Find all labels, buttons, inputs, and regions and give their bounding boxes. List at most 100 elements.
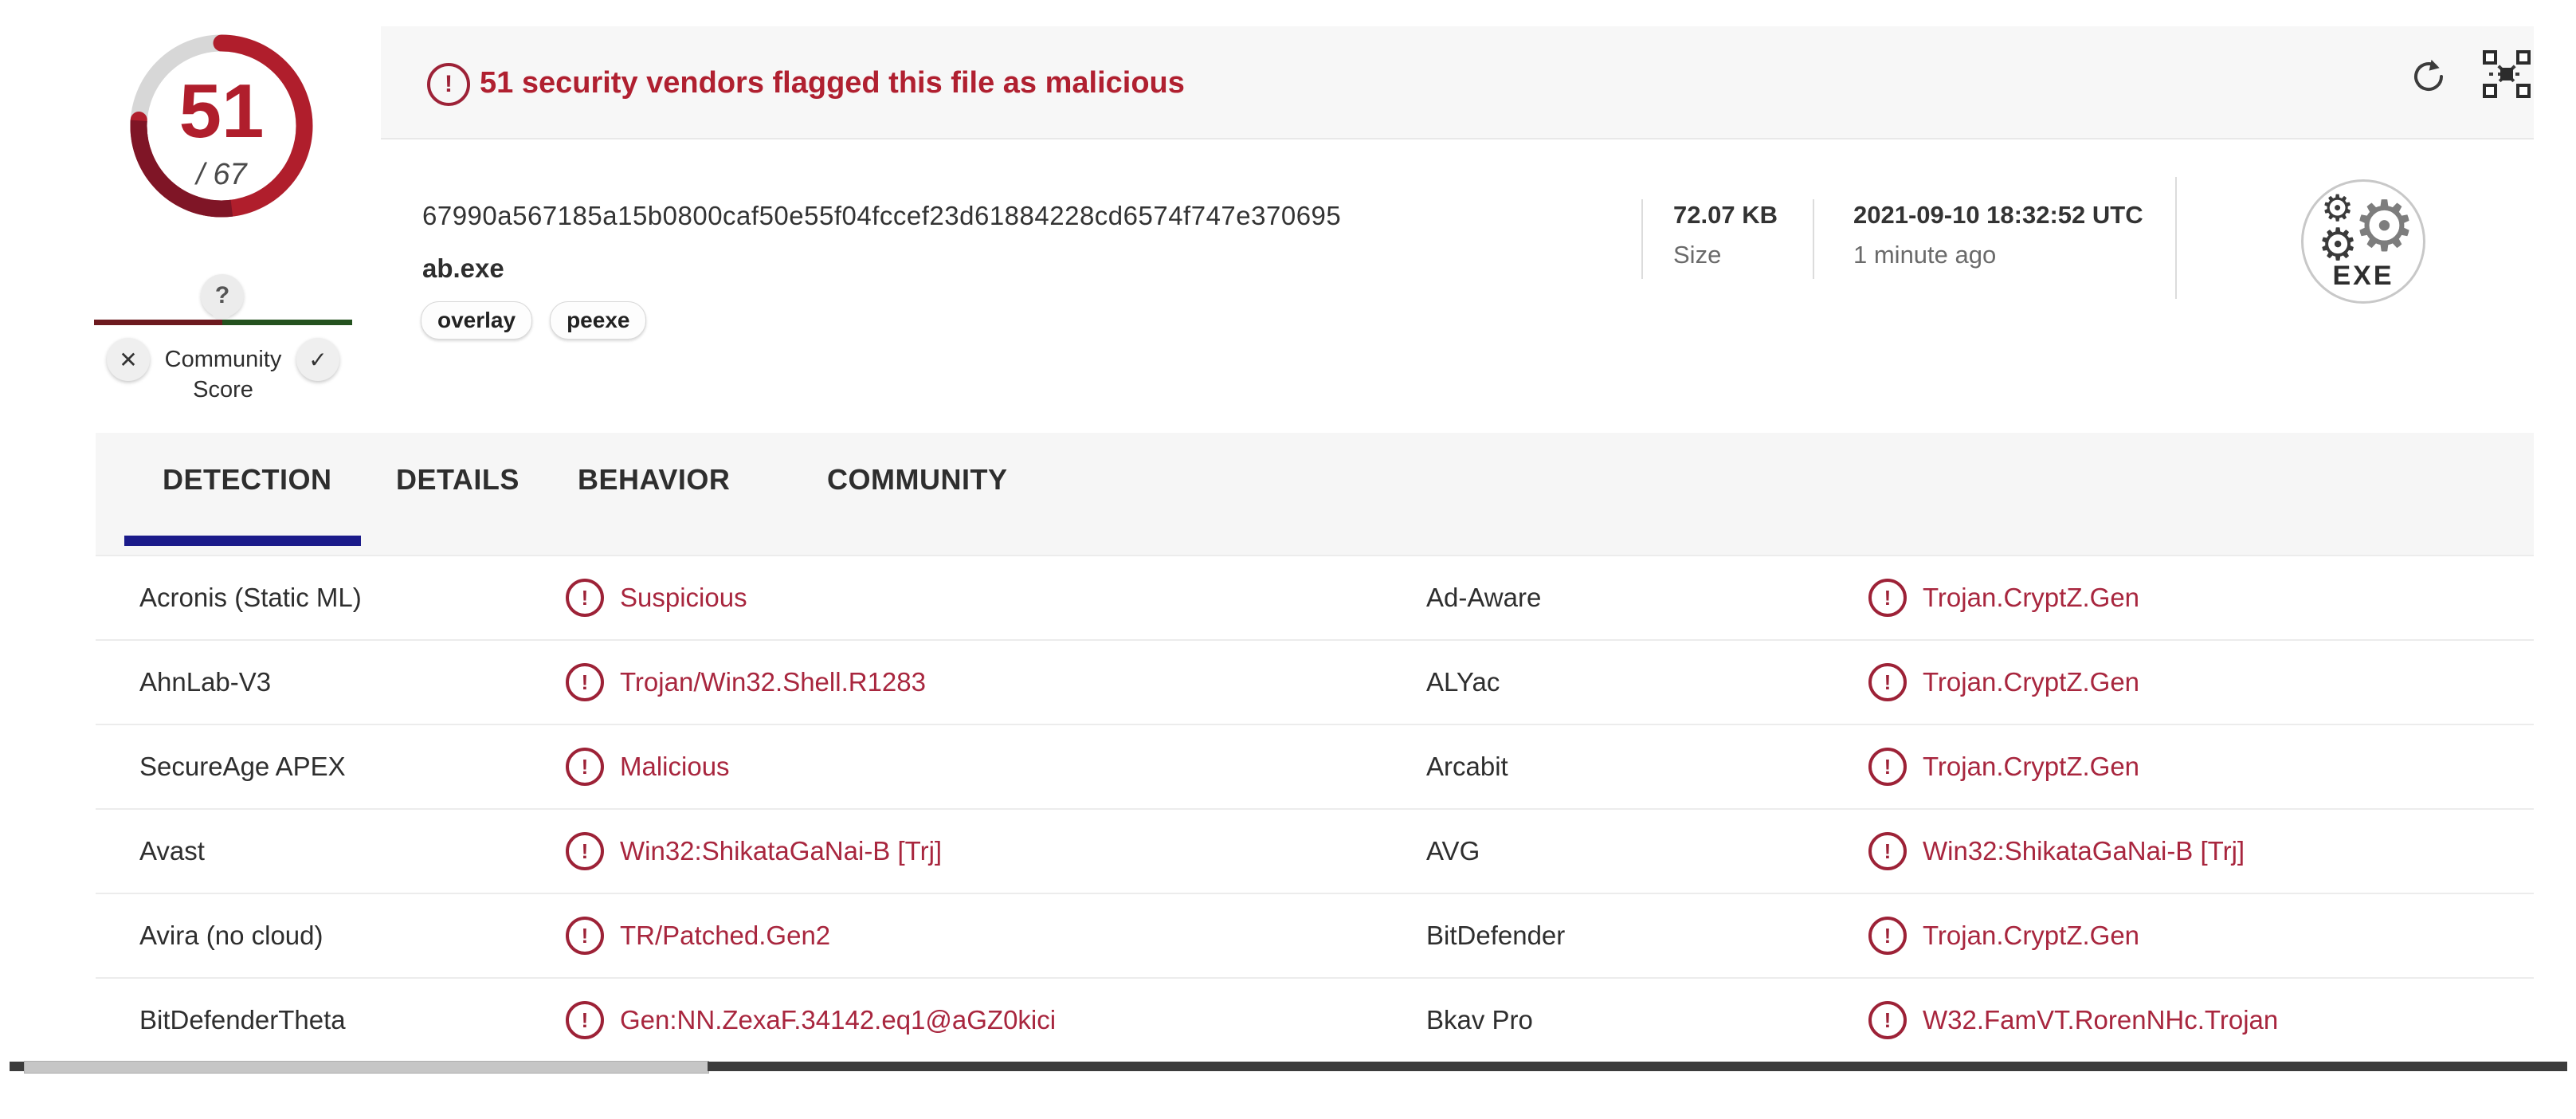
horizontal-scrollbar[interactable] bbox=[0, 1060, 2576, 1074]
alert-circle-icon bbox=[1868, 917, 1907, 955]
community-score-help-button[interactable]: ? bbox=[201, 274, 244, 317]
detection-result-text: Suspicious bbox=[620, 583, 747, 612]
detection-result: Trojan.CryptZ.Gen bbox=[1868, 725, 2139, 808]
vendor-name: AhnLab-V3 bbox=[139, 667, 272, 697]
alert-circle-icon bbox=[566, 748, 604, 786]
similarity-graph-icon bbox=[2483, 50, 2531, 98]
vendor-name: Ad-Aware bbox=[1426, 583, 1542, 612]
file-size-value: 72.07 KB bbox=[1673, 201, 1778, 229]
scrollbar-track[interactable] bbox=[708, 1062, 2567, 1071]
alert-circle-icon bbox=[1868, 832, 1907, 870]
vendor-name: Arcabit bbox=[1426, 752, 1508, 781]
table-row: Acronis (Static ML) Suspicious Ad-Aware Tro… bbox=[96, 556, 2534, 641]
file-sha256-hash[interactable]: 67990a567185a15b0800caf50e55f04fccef23d6… bbox=[422, 201, 1341, 231]
analysis-date-relative: 1 minute ago bbox=[1853, 241, 1997, 269]
detection-result: Gen:NN.ZexaF.34142.eq1@aGZ0kici bbox=[566, 979, 1056, 1062]
table-row: Avira (no cloud) TR/Patched.Gen2 BitDefend… bbox=[96, 894, 2534, 979]
detection-result-text: Trojan.CryptZ.Gen bbox=[1923, 921, 2140, 950]
file-name: ab.exe bbox=[422, 253, 504, 283]
check-icon: ✓ bbox=[308, 346, 327, 373]
vendor-name: Acronis (Static ML) bbox=[139, 583, 362, 612]
detection-result-text: Trojan/Win32.Shell.R1283 bbox=[620, 667, 926, 697]
divider bbox=[1813, 199, 1814, 279]
similar-files-button[interactable] bbox=[2481, 49, 2532, 100]
file-type-label: EXE bbox=[2332, 261, 2394, 291]
detection-result: W32.FamVT.RorenNHc.Trojan bbox=[1868, 979, 2278, 1062]
community-positive-segment bbox=[222, 320, 352, 325]
tab-community[interactable]: COMMUNITY bbox=[827, 463, 1007, 497]
detection-result-text: Win32:ShikataGaNai-B [Trj] bbox=[1923, 836, 2245, 866]
scroll-left-arrow[interactable] bbox=[10, 1062, 24, 1071]
file-tag-peexe[interactable]: peexe bbox=[550, 301, 647, 340]
vendor-name: AVG bbox=[1426, 836, 1480, 866]
vote-malicious-button[interactable]: ✕ bbox=[107, 338, 150, 381]
detection-result: Trojan.CryptZ.Gen bbox=[1868, 556, 2139, 639]
detection-result-text: Gen:NN.ZexaF.34142.eq1@aGZ0kici bbox=[620, 1005, 1057, 1035]
vendor-name: ALYac bbox=[1426, 667, 1500, 697]
detection-result: Win32:ShikataGaNai-B [Trj] bbox=[566, 810, 942, 893]
alert-circle-icon bbox=[566, 917, 604, 955]
community-score-bar bbox=[94, 320, 352, 325]
file-type-badge: ⚙ ⚙ ⚙ EXE bbox=[2301, 179, 2425, 304]
detection-score-max: / 67 bbox=[196, 158, 247, 191]
detection-result-text: Trojan.CryptZ.Gen bbox=[1923, 583, 2140, 612]
community-score-label: Community Score bbox=[164, 347, 282, 402]
table-row: AhnLab-V3 Trojan/Win32.Shell.R1283 ALYac Tr… bbox=[96, 641, 2534, 725]
table-row: BitDefenderTheta Gen:NN.ZexaF.34142.eq1@a… bbox=[96, 979, 2534, 1063]
vendor-name: SecureAge APEX bbox=[139, 752, 346, 781]
detection-score-value: 51 bbox=[178, 69, 265, 154]
detection-result: Trojan/Win32.Shell.R1283 bbox=[566, 641, 926, 724]
alert-circle-icon bbox=[1868, 1001, 1907, 1039]
tab-behavior[interactable]: BEHAVIOR bbox=[578, 463, 730, 497]
tab-detection[interactable]: DETECTION bbox=[163, 463, 332, 497]
vendor-name: BitDefenderTheta bbox=[139, 1005, 346, 1035]
report-tab-bar: DETECTION DETAILS BEHAVIOR COMMUNITY bbox=[96, 433, 2534, 555]
scrollbar-thumb[interactable] bbox=[24, 1061, 709, 1074]
detection-result-text: Trojan.CryptZ.Gen bbox=[1923, 752, 2140, 781]
divider bbox=[1641, 199, 1643, 279]
detection-result-text: Trojan.CryptZ.Gen bbox=[1923, 667, 2140, 697]
file-size-label: Size bbox=[1673, 241, 1722, 269]
x-icon: ✕ bbox=[119, 346, 138, 373]
detection-score-gauge: 51 / 67 bbox=[120, 24, 323, 228]
reanalyze-button[interactable] bbox=[2406, 54, 2451, 99]
refresh-icon bbox=[2414, 59, 2444, 92]
banner-message: 51 security vendors flagged this file as… bbox=[480, 66, 1185, 100]
detections-table: Acronis (Static ML) Suspicious Ad-Aware Tro… bbox=[96, 555, 2534, 1063]
divider bbox=[2175, 177, 2177, 299]
vendor-name: Avira (no cloud) bbox=[139, 921, 323, 950]
vendor-name: Avast bbox=[139, 836, 205, 866]
alert-circle-icon bbox=[566, 832, 604, 870]
analysis-date: 2021-09-10 18:32:52 UTC bbox=[1853, 201, 2143, 229]
active-tab-underline bbox=[124, 536, 361, 546]
gear-icon: ⚙ bbox=[2353, 185, 2416, 267]
detection-result: Trojan.CryptZ.Gen bbox=[1868, 894, 2139, 977]
detection-result-text: W32.FamVT.RorenNHc.Trojan bbox=[1923, 1005, 2279, 1035]
vendor-name: Bkav Pro bbox=[1426, 1005, 1533, 1035]
detection-result: Trojan.CryptZ.Gen bbox=[1868, 641, 2139, 724]
alert-circle-icon bbox=[427, 63, 470, 106]
detection-result: Win32:ShikataGaNai-B [Trj] bbox=[1868, 810, 2245, 893]
detection-result-text: Win32:ShikataGaNai-B [Trj] bbox=[620, 836, 943, 866]
vote-harmless-button[interactable]: ✓ bbox=[296, 338, 339, 381]
malicious-warning-banner: 51 security vendors flagged this file as… bbox=[381, 26, 2534, 139]
alert-circle-icon bbox=[566, 579, 604, 617]
alert-circle-icon bbox=[566, 663, 604, 701]
detection-result: TR/Patched.Gen2 bbox=[566, 894, 830, 977]
file-tag-list: overlay peexe bbox=[421, 301, 647, 340]
table-row: SecureAge APEX Malicious Arcabit Trojan.Cry… bbox=[96, 725, 2534, 810]
table-row: Avast Win32:ShikataGaNai-B [Trj] AVG Win32:… bbox=[96, 810, 2534, 894]
detection-result: Suspicious bbox=[566, 556, 747, 639]
virustotal-file-report-page: 51 / 67 ? ✕ ✓ Community Score 51 securit… bbox=[0, 0, 2576, 1119]
vendor-name: BitDefender bbox=[1426, 921, 1566, 950]
alert-circle-icon bbox=[1868, 663, 1907, 701]
detection-result: Malicious bbox=[566, 725, 730, 808]
alert-circle-icon bbox=[1868, 579, 1907, 617]
alert-circle-icon bbox=[566, 1001, 604, 1039]
detection-result-text: TR/Patched.Gen2 bbox=[620, 921, 831, 950]
file-tag-overlay[interactable]: overlay bbox=[421, 301, 533, 340]
detection-result-text: Malicious bbox=[620, 752, 730, 781]
community-negative-segment bbox=[94, 320, 222, 325]
tab-details[interactable]: DETAILS bbox=[396, 463, 520, 497]
alert-circle-icon bbox=[1868, 748, 1907, 786]
